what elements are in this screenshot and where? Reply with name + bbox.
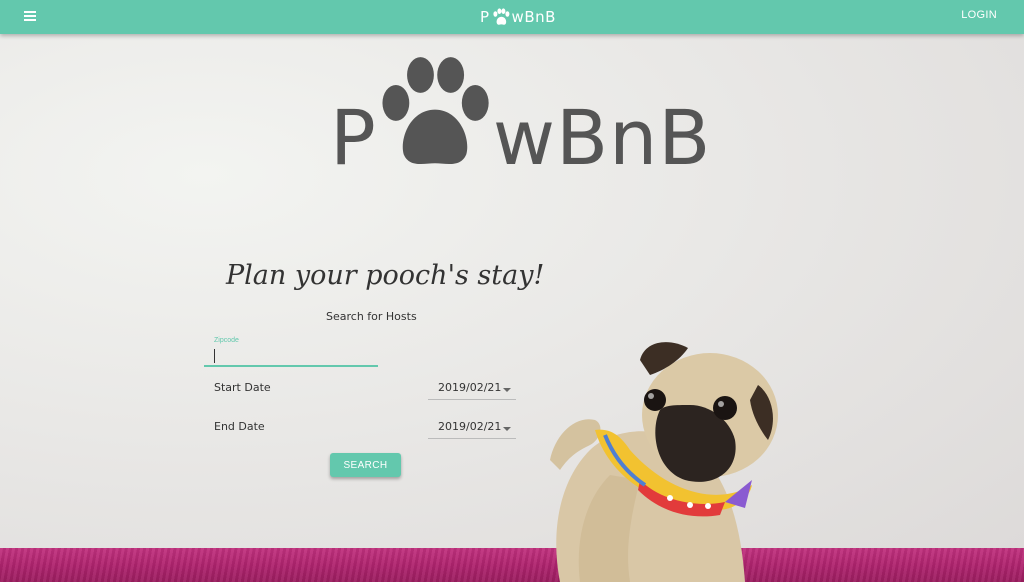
pug-image [550, 342, 778, 582]
bedspread-texture [0, 548, 1024, 582]
end-date-value: 2019/02/21 [438, 420, 502, 433]
hero-tagline: Plan your pooch's stay! [226, 260, 545, 291]
chevron-down-icon [503, 427, 511, 431]
search-subtitle: Search for Hosts [326, 310, 417, 323]
top-nav-bar: P wBnB LOGIN [0, 0, 1024, 34]
brand-logo[interactable]: P wBnB [480, 5, 556, 29]
paw-icon [382, 57, 489, 165]
logo-prefix: P [330, 93, 377, 182]
zipcode-label: Zipcode [214, 337, 239, 344]
brand-prefix: P [480, 8, 490, 26]
start-date-value: 2019/02/21 [438, 381, 502, 394]
start-date-label: Start Date [214, 381, 271, 394]
menu-icon[interactable] [24, 11, 36, 21]
chevron-down-icon [503, 388, 511, 392]
login-link[interactable]: LOGIN [961, 9, 997, 21]
paw-icon [492, 8, 509, 25]
end-date-select[interactable]: 2019/02/21 [428, 418, 516, 439]
brand-suffix: wBnB [511, 8, 556, 26]
search-button[interactable]: SEARCH [330, 453, 401, 477]
zipcode-input[interactable] [204, 347, 378, 367]
logo-suffix: wBnB [492, 93, 712, 182]
hero-logo: P wBnB [330, 56, 711, 176]
end-date-label: End Date [214, 420, 265, 433]
text-cursor [214, 349, 215, 363]
start-date-select[interactable]: 2019/02/21 [428, 379, 516, 400]
